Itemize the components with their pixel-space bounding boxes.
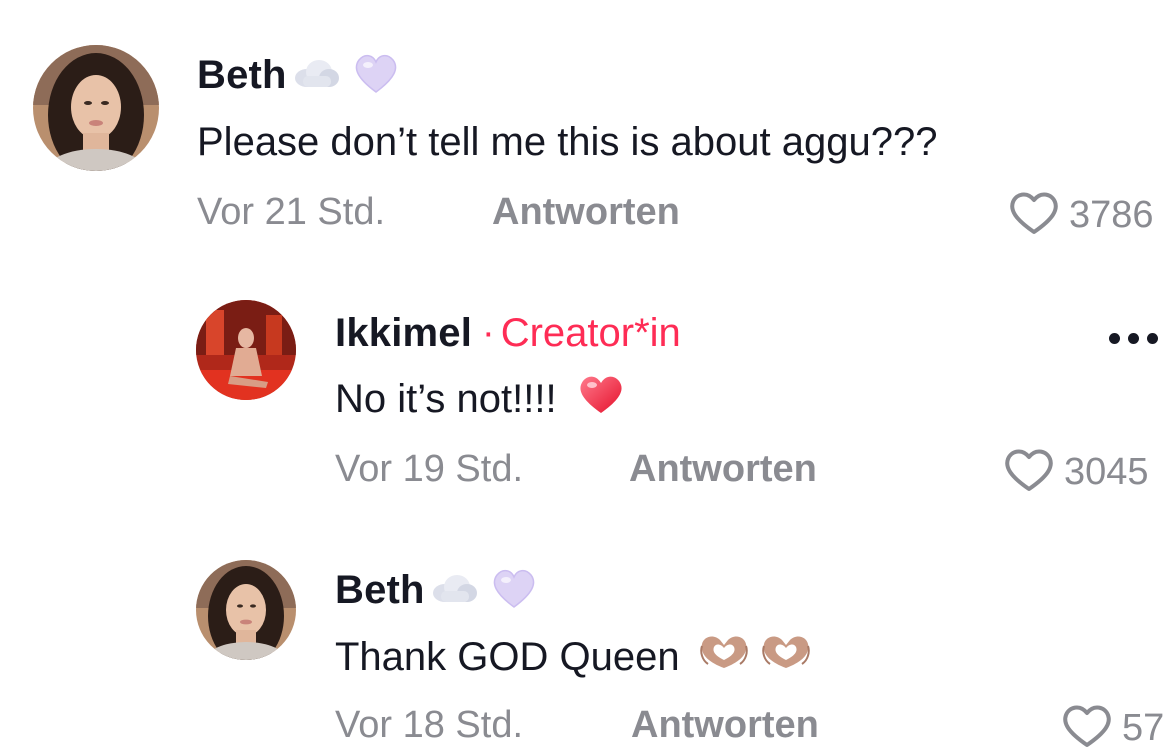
comment-text-content: No it’s not!!!! — [335, 376, 557, 421]
avatar[interactable] — [33, 45, 159, 171]
username[interactable]: Ikkimel — [335, 311, 472, 356]
heart-hands-icon — [760, 632, 812, 682]
username[interactable]: Beth — [197, 53, 287, 98]
comment-timestamp: Vor 21 Std. — [197, 191, 386, 233]
comment-header: Beth — [335, 565, 537, 615]
username[interactable]: Beth — [335, 568, 425, 613]
comment-text: Please don’t tell me this is about aggu?… — [197, 117, 938, 167]
red-heart-icon — [577, 373, 625, 425]
comment-text: No it’s not!!!! — [335, 374, 625, 424]
avatar[interactable] — [196, 560, 296, 660]
heart-outline-icon — [1060, 703, 1114, 754]
more-dot-icon — [1147, 333, 1158, 344]
more-dot-icon — [1109, 333, 1120, 344]
badge-separator: · — [482, 311, 495, 354]
comment-text: Thank GOD Queen — [335, 632, 812, 682]
comment-timestamp: Vor 18 Std. — [335, 704, 524, 746]
creator-badge: Creator*in — [500, 310, 681, 355]
comment-timestamp: Vor 19 Std. — [335, 448, 524, 490]
comment-header: Ikkimel · Creator*in — [335, 308, 681, 358]
comment-text-content: Please don’t tell me this is about aggu?… — [197, 119, 938, 164]
heart-outline-icon — [1002, 447, 1056, 498]
like-count: 3045 — [1064, 451, 1149, 493]
like-count: 3786 — [1069, 194, 1154, 236]
avatar[interactable] — [196, 300, 296, 400]
cloud-icon — [293, 58, 339, 93]
more-dot-icon — [1128, 333, 1139, 344]
heart-outline-icon — [1007, 190, 1061, 241]
reply-button[interactable]: Antworten — [492, 191, 680, 234]
like-button[interactable]: 3045 — [1002, 447, 1149, 498]
cloud-icon — [431, 573, 477, 608]
reply-button[interactable]: Antworten — [631, 704, 819, 747]
comment-header: Beth — [197, 50, 399, 100]
purple-heart-icon — [491, 567, 537, 614]
like-button[interactable]: 57 — [1060, 703, 1164, 754]
purple-heart-icon — [353, 52, 399, 99]
reply-button[interactable]: Antworten — [629, 448, 817, 491]
more-options-button[interactable] — [1109, 333, 1158, 344]
comment-text-content: Thank GOD Queen — [335, 634, 680, 679]
heart-hands-icon — [698, 632, 750, 682]
like-button[interactable]: 3786 — [1007, 190, 1154, 241]
